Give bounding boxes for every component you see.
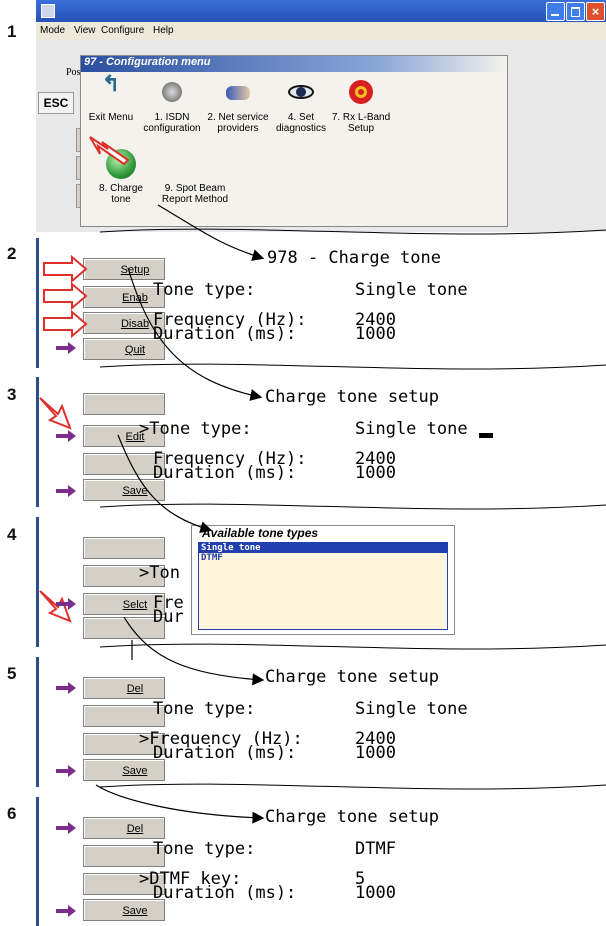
annotation-overlay bbox=[39, 136, 606, 917]
purple-arrows bbox=[56, 342, 76, 917]
connector-arrows bbox=[95, 204, 265, 824]
torn-edge bbox=[99, 228, 606, 790]
red-callout-arrows bbox=[39, 136, 130, 623]
